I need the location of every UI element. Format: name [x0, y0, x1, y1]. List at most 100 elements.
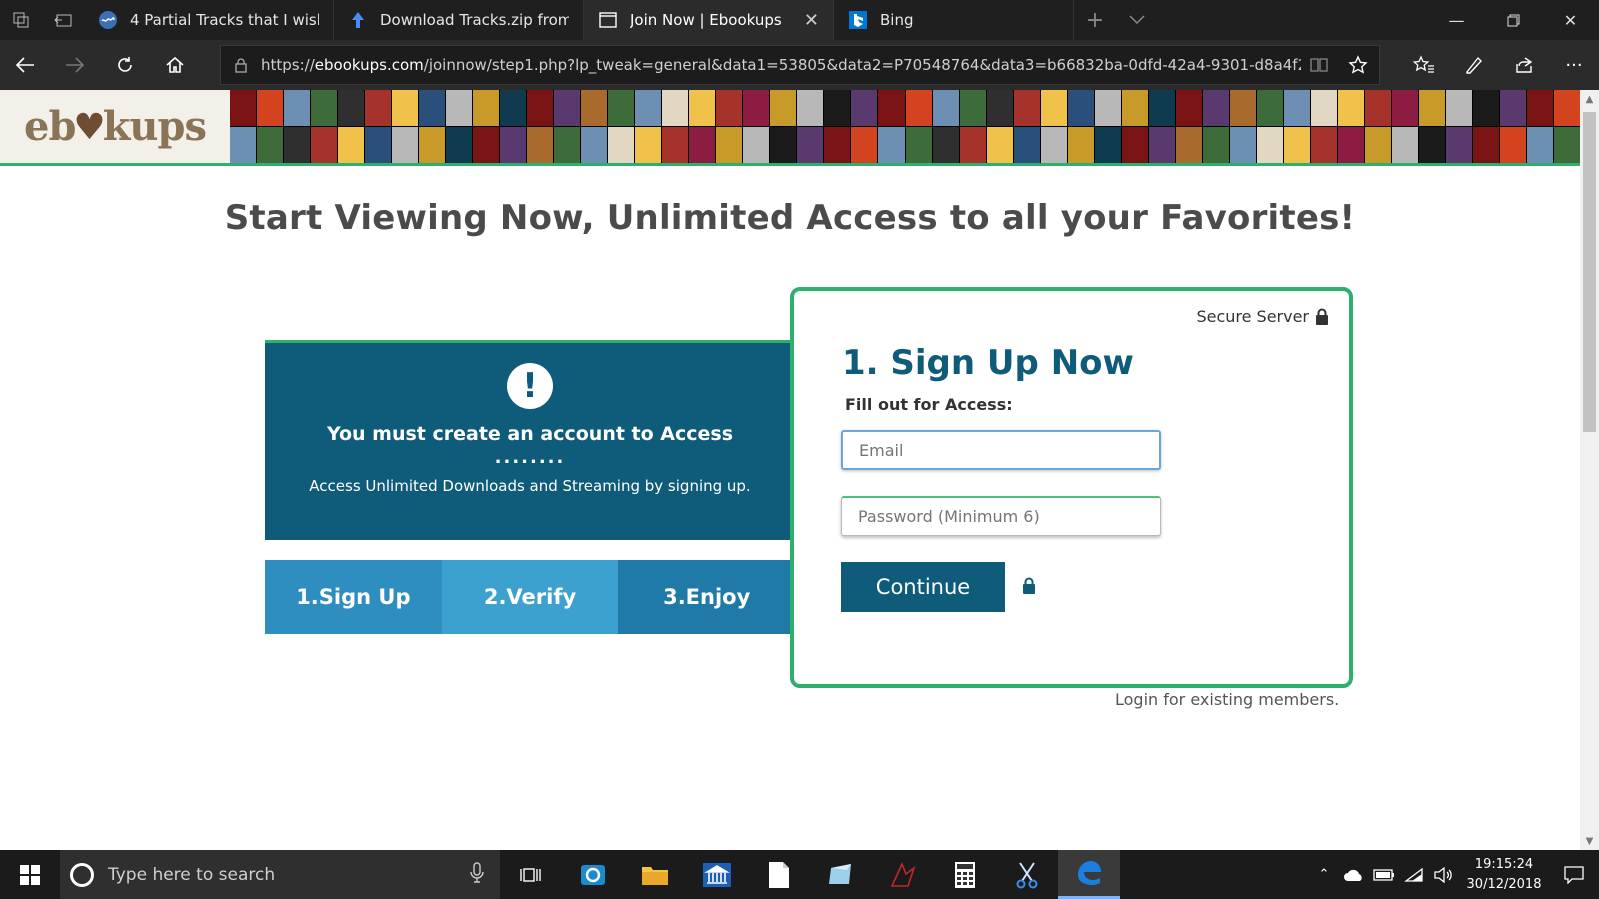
restore-button[interactable]: [1485, 0, 1542, 40]
onedrive-icon[interactable]: [1339, 868, 1369, 882]
windows-taskbar: Type here to search ⌃ 19:15:24 30/12/201…: [0, 850, 1599, 899]
signup-steps: 1.Sign Up 2.Verify 3.Enjoy: [265, 560, 796, 634]
password-input[interactable]: [841, 496, 1161, 536]
taskbar-app-red[interactable]: [872, 850, 934, 899]
forward-button[interactable]: [50, 40, 100, 90]
tab-sets-button[interactable]: [0, 0, 42, 40]
tab-label: Join Now | Ebookups: [630, 11, 782, 29]
book-cover: [824, 90, 851, 126]
taskbar-app-paint[interactable]: [810, 850, 872, 899]
step-sign-up: 1.Sign Up: [265, 560, 442, 634]
favorite-star-icon[interactable]: [1337, 55, 1379, 75]
book-cover: [311, 127, 338, 163]
book-cover: [1040, 90, 1067, 126]
tab-partial-tracks[interactable]: 4 Partial Tracks that I wish to: [84, 0, 334, 40]
book-cover: [986, 127, 1013, 163]
ebookups-logo[interactable]: eb ♥ kups: [0, 90, 230, 163]
start-button[interactable]: [0, 850, 60, 899]
book-cover: [1472, 90, 1499, 126]
taskbar-app-notepad[interactable]: [748, 850, 810, 899]
share-button[interactable]: [1499, 40, 1549, 90]
tab-join-now[interactable]: Join Now | Ebookups ✕: [584, 0, 834, 40]
book-covers-banner: [230, 90, 1580, 163]
book-cover: [635, 127, 662, 163]
battery-icon[interactable]: [1369, 868, 1399, 881]
scrollbar-thumb[interactable]: [1583, 112, 1596, 432]
back-button[interactable]: [0, 40, 50, 90]
taskbar-app-calculator[interactable]: [934, 850, 996, 899]
book-cover: [878, 90, 905, 126]
account-required-panel: ! You must create an account to Access .…: [265, 340, 795, 540]
volume-icon[interactable]: [1429, 866, 1459, 883]
taskbar-app-snipping-tool[interactable]: [996, 850, 1058, 899]
refresh-icon: [118, 57, 132, 72]
book-cover: [1418, 127, 1445, 163]
signup-subtitle: Fill out for Access:: [845, 395, 1013, 414]
favorites-button[interactable]: [1399, 40, 1449, 90]
book-cover: [1094, 90, 1121, 126]
scroll-down-icon[interactable]: ▼: [1580, 832, 1599, 850]
book-cover: [365, 90, 392, 126]
book-cover: [1121, 127, 1148, 163]
action-center-button[interactable]: [1549, 865, 1599, 884]
microphone-icon[interactable]: [470, 862, 484, 884]
home-button[interactable]: [150, 40, 200, 90]
taskbar-app-edge[interactable]: [1058, 850, 1120, 899]
book-cover: [338, 90, 365, 126]
taskbar-search-box[interactable]: Type here to search: [60, 850, 500, 899]
notification-icon: [1564, 865, 1584, 884]
exclamation-icon: !: [507, 363, 553, 409]
book-cover: [662, 127, 689, 163]
show-hidden-icons-button[interactable]: ⌃: [1309, 867, 1339, 882]
wifi-icon[interactable]: [1399, 867, 1429, 883]
book-cover: [1526, 90, 1553, 126]
bing-icon: [848, 10, 868, 30]
page-scrollbar[interactable]: ▲ ▼: [1580, 90, 1599, 850]
book-cover: [797, 127, 824, 163]
book-cover: [1499, 127, 1526, 163]
close-window-button[interactable]: ✕: [1542, 0, 1599, 40]
book-cover: [230, 127, 257, 163]
tabs-aside-button[interactable]: [42, 0, 84, 40]
book-cover: [230, 90, 257, 126]
book-cover: [716, 127, 743, 163]
book-cover: [1202, 90, 1229, 126]
taskbar-app-file-explorer[interactable]: [624, 850, 686, 899]
taskbar-app-outlook[interactable]: [562, 850, 624, 899]
book-cover: [419, 127, 446, 163]
book-cover: [662, 90, 689, 126]
book-cover: [1067, 90, 1094, 126]
login-existing-members-link[interactable]: Login for existing members.: [1115, 690, 1339, 709]
close-tab-icon[interactable]: ✕: [804, 10, 819, 31]
edge-icon: [1078, 861, 1101, 885]
taskbar-app-bank[interactable]: [686, 850, 748, 899]
email-input[interactable]: [841, 430, 1161, 470]
minimize-button[interactable]: —: [1428, 0, 1485, 40]
more-button[interactable]: ···: [1549, 40, 1599, 90]
reading-view-icon[interactable]: [1301, 57, 1337, 73]
refresh-button[interactable]: [100, 40, 150, 90]
tab-download-tracks[interactable]: Download Tracks.zip from S: [334, 0, 584, 40]
book-cover: [1553, 90, 1580, 126]
continue-button[interactable]: Continue: [841, 562, 1005, 612]
lock-icon: [1023, 577, 1035, 594]
new-tab-button[interactable]: +: [1074, 0, 1116, 40]
book-cover: [446, 127, 473, 163]
book-cover: [473, 127, 500, 163]
system-tray: ⌃ 19:15:24 30/12/2018: [1309, 850, 1599, 899]
upload-arrow-icon: [348, 10, 368, 30]
book-cover: [446, 90, 473, 126]
web-page: eb ♥ kups Start Viewing Now, Unlimited Acc…: [0, 90, 1580, 850]
book-cover: [1337, 127, 1364, 163]
site-header: eb ♥ kups: [0, 90, 1580, 166]
task-view-button[interactable]: [500, 850, 562, 899]
tab-preview-button[interactable]: [1116, 0, 1158, 40]
book-cover: [770, 127, 797, 163]
scroll-up-icon[interactable]: ▲: [1580, 90, 1599, 108]
clock-date: 30/12/2018: [1466, 876, 1542, 892]
taskbar-clock[interactable]: 19:15:24 30/12/2018: [1459, 855, 1549, 895]
book-cover: [1526, 127, 1553, 163]
address-bar[interactable]: https://ebookups.com/joinnow/step1.php?l…: [220, 45, 1380, 85]
tab-bing[interactable]: Bing: [834, 0, 1074, 40]
web-note-button[interactable]: [1449, 40, 1499, 90]
